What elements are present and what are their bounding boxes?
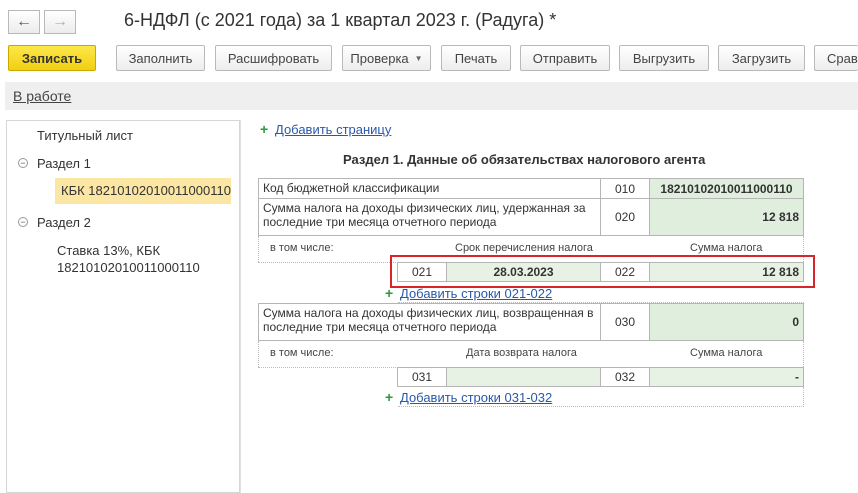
add-rows-021-022-link[interactable]: Добавить строки 021-022 — [400, 286, 552, 301]
check-button[interactable]: Проверка ▼ — [342, 45, 431, 71]
return-amount-field[interactable]: - — [649, 367, 804, 387]
sections-tree: Титульный лист − Раздел 1 КБК 1821010201… — [6, 120, 240, 493]
tree-item-section2[interactable]: Раздел 2 — [37, 215, 91, 230]
returned-label: Сумма налога на доходы физических лиц, в… — [258, 303, 601, 341]
plus-icon: + — [385, 285, 394, 301]
including-label: в том числе: — [270, 242, 334, 254]
chevron-down-icon: ▼ — [414, 53, 423, 63]
returned-amount-field[interactable]: 0 — [649, 303, 804, 341]
arrow-left-icon: ← — [16, 13, 32, 30]
tree-item-section2-rate[interactable]: Ставка 13%, КБК — [57, 243, 160, 258]
transfer-date-header: Срок перечисления налога — [455, 242, 593, 254]
tree-item-section2-kbk[interactable]: 18210102010011000110 — [57, 260, 200, 275]
print-button[interactable]: Печать — [441, 45, 511, 71]
line-code-020: 020 — [600, 198, 650, 236]
arrow-right-icon: → — [52, 13, 68, 30]
kbk-label: Код бюджетной классификации — [258, 178, 601, 199]
back-button[interactable]: ← — [8, 10, 40, 34]
decode-button[interactable]: Расшифровать — [215, 45, 332, 71]
status-bar: В работе — [5, 82, 858, 110]
tree-item-section1-kbk[interactable]: КБК 18210102010011000110 — [55, 178, 231, 204]
export-button[interactable]: Выгрузить — [619, 45, 709, 71]
collapse-icon[interactable]: − — [18, 217, 28, 227]
withheld-label: Сумма налога на доходы физических лиц, у… — [258, 198, 601, 236]
plus-icon: + — [260, 121, 269, 137]
compare-button[interactable]: Срав — [814, 45, 858, 71]
window-title: 6-НДФЛ (с 2021 года) за 1 квартал 2023 г… — [124, 10, 557, 30]
return-date-field[interactable] — [446, 367, 601, 387]
collapse-icon[interactable]: − — [18, 158, 28, 168]
import-button[interactable]: Загрузить — [718, 45, 805, 71]
line-code-031: 031 — [397, 367, 447, 387]
tax-amount-header-2: Сумма налога — [690, 347, 763, 359]
return-date-header: Дата возврата налога — [466, 347, 577, 359]
fill-button[interactable]: Заполнить — [116, 45, 205, 71]
line-code-010: 010 — [600, 178, 650, 199]
including-label-2: в том числе: — [270, 347, 334, 359]
status-link[interactable]: В работе — [13, 88, 71, 104]
tax-amount-header: Сумма налога — [690, 242, 763, 254]
kbk-field[interactable]: 18210102010011000110 — [649, 178, 804, 199]
forward-button[interactable]: → — [44, 10, 76, 34]
tree-item-section1[interactable]: Раздел 1 — [37, 156, 91, 171]
plus-icon: + — [385, 389, 394, 405]
highlight-frame — [390, 255, 815, 288]
scrollbar[interactable] — [240, 120, 248, 493]
add-page-link[interactable]: Добавить страницу — [275, 122, 391, 137]
withheld-amount-field[interactable]: 12 818 — [649, 198, 804, 236]
tree-item-title-page[interactable]: Титульный лист — [37, 128, 133, 143]
check-button-label: Проверка — [350, 50, 409, 66]
section-title: Раздел 1. Данные об обязательствах налог… — [343, 152, 706, 167]
save-button[interactable]: Записать — [8, 45, 96, 71]
line-code-032: 032 — [600, 367, 650, 387]
send-button[interactable]: Отправить — [520, 45, 610, 71]
line-code-030: 030 — [600, 303, 650, 341]
add-rows-031-032-link[interactable]: Добавить строки 031-032 — [400, 390, 552, 405]
